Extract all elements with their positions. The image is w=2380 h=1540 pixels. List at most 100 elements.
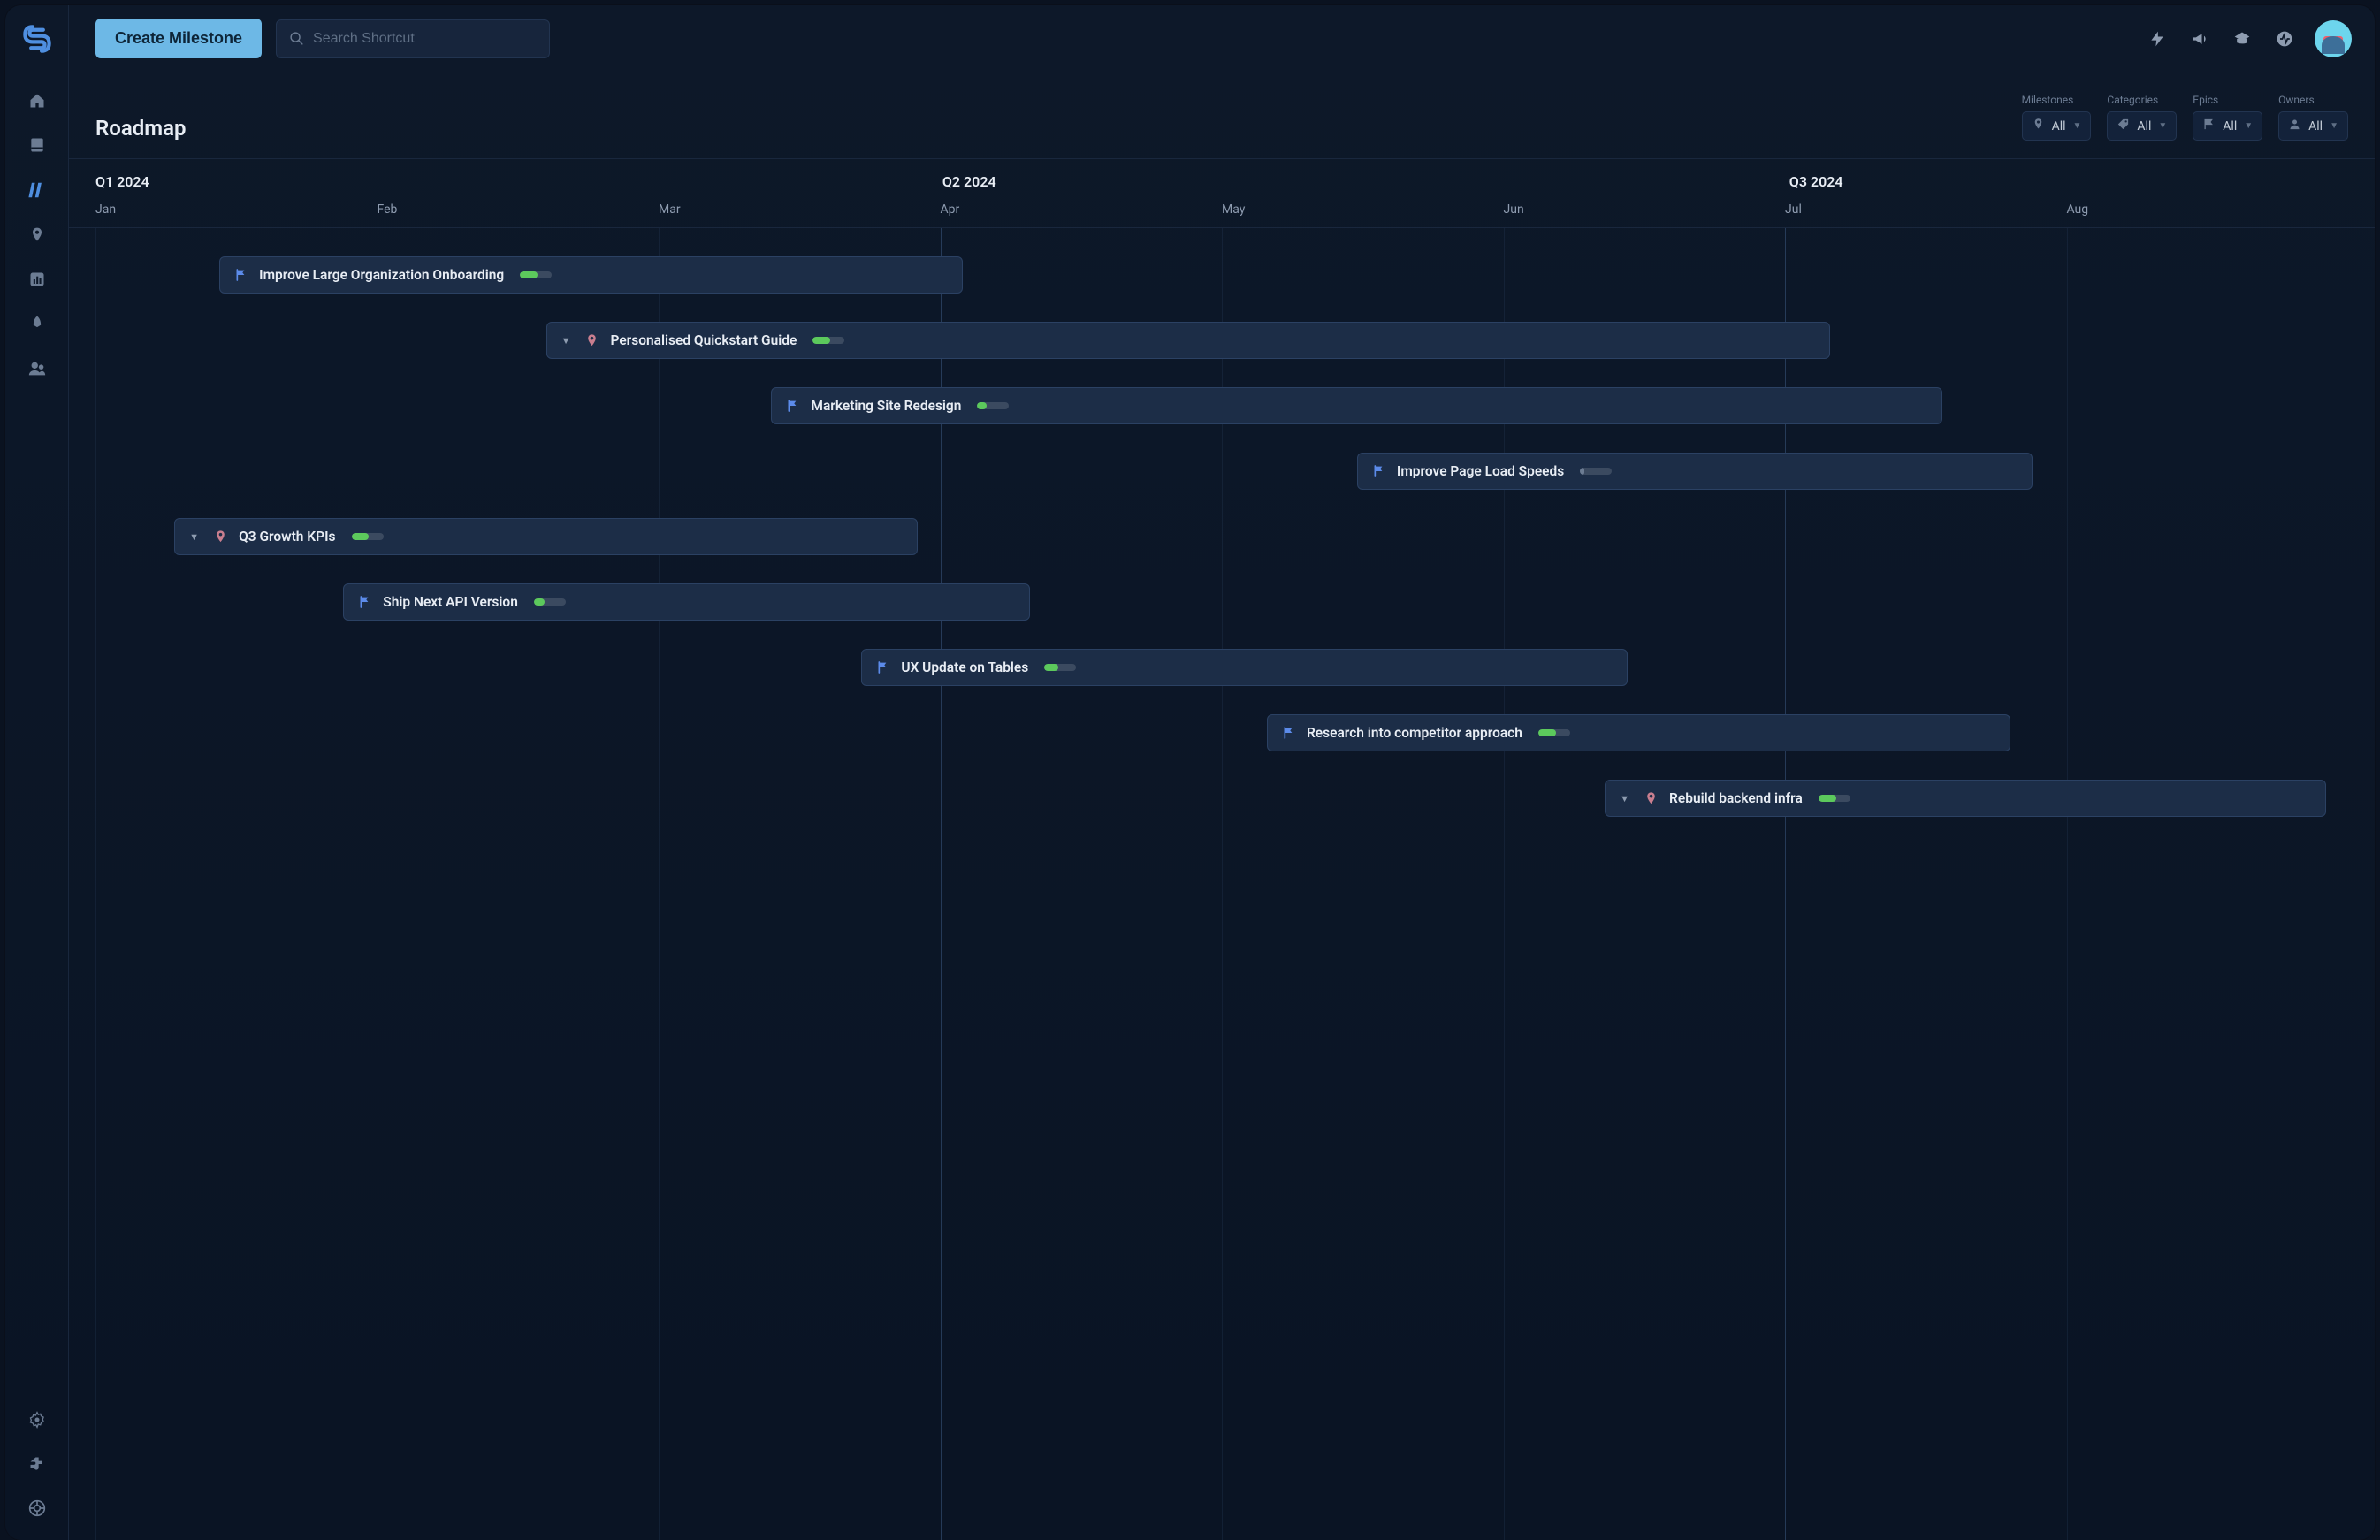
expand-caret-icon[interactable]: ▼	[189, 531, 199, 543]
month-label: Aug	[2067, 202, 2349, 217]
nav-help[interactable]	[28, 1499, 46, 1517]
main-content: Roadmap MilestonesAll▼CategoriesAll▼Epic…	[69, 72, 2375, 1540]
expand-caret-icon[interactable]: ▼	[1620, 793, 1629, 804]
sidebar	[5, 72, 69, 1540]
education-icon[interactable]	[2233, 30, 2251, 48]
filter-dropdown[interactable]: All ▼	[2107, 111, 2177, 141]
bar-title: Rebuild backend infra	[1669, 790, 1803, 806]
milestone-bar[interactable]: ▼Q3 Growth KPIs	[174, 518, 918, 555]
nav-settings[interactable]	[28, 1411, 46, 1429]
flag-icon	[786, 399, 800, 413]
flag-icon	[876, 660, 890, 675]
user-icon	[2288, 118, 2301, 134]
bolt-icon[interactable]	[2148, 30, 2166, 48]
month-label: Jan	[95, 202, 378, 217]
gantt-row: Ship Next API Version	[95, 575, 2348, 629]
quarter-label: Q3 2024	[1789, 173, 2348, 190]
nav-roadmap[interactable]	[27, 180, 47, 200]
filter-owners: Owners All ▼	[2278, 94, 2348, 141]
filters-row: MilestonesAll▼CategoriesAll▼EpicsAll▼Own…	[2022, 94, 2348, 141]
activity-icon[interactable]	[2276, 30, 2293, 48]
progress-bar	[534, 598, 566, 606]
milestone-bar[interactable]: ▼ Rebuild backend infra	[1605, 780, 2325, 817]
progress-bar	[1538, 729, 1570, 736]
nav-home[interactable]	[28, 92, 46, 110]
bar-title: UX Update on Tables	[901, 659, 1028, 675]
logo-icon	[22, 24, 52, 54]
progress-bar	[1819, 795, 1850, 802]
epic-bar[interactable]: UX Update on Tables	[861, 649, 1627, 686]
filter-value: All	[2137, 119, 2151, 133]
month-label: May	[1222, 202, 1504, 217]
page-title: Roadmap	[95, 116, 186, 141]
month-label: Feb	[378, 202, 660, 217]
progress-bar	[1044, 664, 1076, 671]
flag-icon	[234, 268, 248, 282]
nav-milestones[interactable]	[28, 226, 46, 244]
chevron-down-icon: ▼	[2244, 121, 2253, 131]
progress-bar	[812, 337, 844, 344]
filter-label: Milestones	[2022, 94, 2092, 106]
filter-value: All	[2052, 119, 2066, 133]
nav-team[interactable]	[27, 359, 47, 378]
bar-title: Marketing Site Redesign	[811, 398, 961, 414]
filter-dropdown[interactable]: All ▼	[2193, 111, 2262, 141]
filter-value: All	[2223, 119, 2237, 133]
flag-icon	[1282, 726, 1296, 740]
filter-dropdown[interactable]: All ▼	[2022, 111, 2092, 141]
filter-value: All	[2308, 119, 2323, 133]
chevron-down-icon: ▼	[2073, 121, 2082, 131]
progress-bar	[520, 271, 552, 278]
search-icon	[289, 31, 304, 46]
timeline-axis: Q1 2024Q2 2024Q3 2024 JanFebMarAprMayJun…	[69, 159, 2375, 228]
filter-categories: Categories All ▼	[2107, 94, 2177, 141]
tag-icon	[2117, 118, 2130, 134]
progress-bar	[352, 533, 384, 540]
filter-label: Epics	[2193, 94, 2262, 106]
bar-title: Ship Next API Version	[383, 594, 518, 610]
user-avatar[interactable]	[2315, 20, 2352, 57]
gantt-row: Marketing Site Redesign	[95, 378, 2348, 433]
epic-bar[interactable]: Marketing Site Redesign	[771, 387, 1942, 424]
month-label: Jul	[1785, 202, 2067, 217]
bar-title: Research into competitor approach	[1307, 725, 1522, 741]
flag-icon	[2202, 118, 2216, 134]
month-label: Jun	[1504, 202, 1786, 217]
gantt-row: Improve Large Organization Onboarding	[95, 248, 2348, 302]
epic-bar[interactable]: Improve Large Organization Onboarding	[219, 256, 963, 294]
milestone-bar[interactable]: ▼Personalised Quickstart Guide	[546, 322, 1830, 359]
month-label: Apr	[941, 202, 1223, 217]
topbar-actions	[2148, 30, 2293, 48]
gantt-row: ▼Personalised Quickstart Guide	[95, 313, 2348, 368]
filter-epics: Epics All ▼	[2193, 94, 2262, 141]
app-logo[interactable]	[5, 5, 69, 72]
gantt-area[interactable]: Improve Large Organization Onboarding ▼Pe…	[69, 228, 2375, 1540]
page-header: Roadmap MilestonesAll▼CategoriesAll▼Epic…	[69, 72, 2375, 159]
chevron-down-icon: ▼	[2330, 121, 2338, 131]
epic-bar[interactable]: Improve Page Load Speeds	[1357, 453, 2033, 490]
nav-launch[interactable]	[28, 315, 46, 332]
epic-bar[interactable]: Research into competitor approach	[1267, 714, 2010, 751]
progress-bar	[977, 402, 1009, 409]
nav-docs[interactable]	[28, 136, 46, 154]
gantt-row: Research into competitor approach	[95, 705, 2348, 760]
pin-icon	[2032, 118, 2045, 134]
create-milestone-button[interactable]: Create Milestone	[95, 19, 262, 58]
nav-integrations[interactable]	[28, 1455, 46, 1473]
gantt-row: UX Update on Tables	[95, 640, 2348, 695]
filter-dropdown[interactable]: All ▼	[2278, 111, 2348, 141]
chevron-down-icon: ▼	[2158, 121, 2167, 131]
pin-icon	[584, 333, 599, 348]
month-label: Mar	[659, 202, 941, 217]
filter-label: Categories	[2107, 94, 2177, 106]
epic-bar[interactable]: Ship Next API Version	[343, 583, 1030, 621]
nav-reports[interactable]	[28, 271, 46, 288]
progress-bar	[1580, 468, 1612, 475]
flag-icon	[1372, 464, 1386, 478]
search-input[interactable]	[313, 31, 537, 47]
pin-icon	[1644, 791, 1659, 806]
filter-label: Owners	[2278, 94, 2348, 106]
search-box[interactable]	[276, 19, 550, 58]
megaphone-icon[interactable]	[2191, 30, 2208, 48]
expand-caret-icon[interactable]: ▼	[561, 335, 571, 347]
